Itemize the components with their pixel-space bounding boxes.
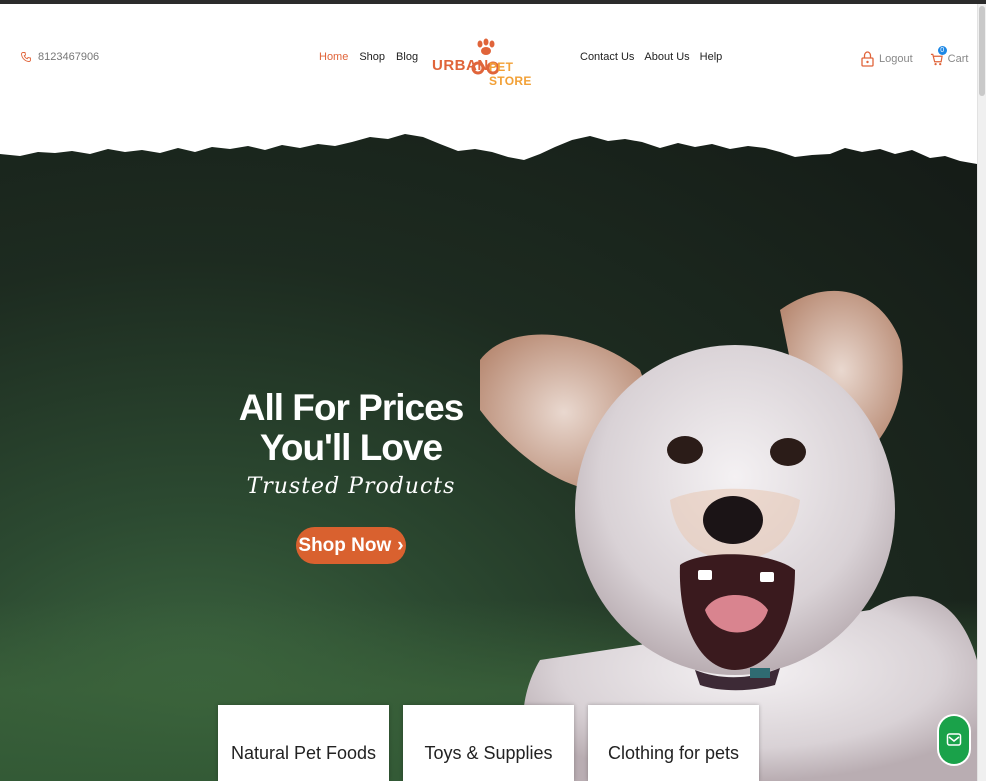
hero-banner: All For Prices You'll Love Trusted Produ…: [0, 130, 977, 781]
logout-link[interactable]: Logout: [861, 51, 913, 67]
hero-title-line2: You'll Love: [259, 427, 443, 468]
category-label: Toys & Supplies: [424, 742, 553, 763]
cart-link[interactable]: 0 Cart: [930, 46, 969, 67]
chevron-right-icon: ›: [397, 534, 404, 556]
site-logo[interactable]: URBAN PET STORE: [431, 38, 549, 88]
hero-title-line1: All For Prices: [238, 387, 465, 428]
phone-icon: [21, 52, 31, 62]
nav-shop[interactable]: Shop: [359, 51, 385, 63]
phone-contact[interactable]: 8123467906: [20, 51, 99, 63]
logo-word-pet-store: PET STORE: [489, 60, 532, 88]
main-nav-left: Home Shop Blog: [319, 51, 418, 63]
torn-paper-edge: [0, 130, 977, 164]
category-card-natural-pet-foods[interactable]: Natural Pet Foods: [218, 705, 389, 781]
message-icon: [946, 733, 962, 746]
category-label: Clothing for pets: [607, 742, 740, 763]
nav-blog[interactable]: Blog: [396, 51, 418, 63]
nav-help[interactable]: Help: [700, 51, 723, 63]
hero-script-tagline: Trusted Products: [246, 474, 456, 499]
main-nav-right: Contact Us About Us Help: [580, 51, 722, 63]
logout-label: Logout: [879, 53, 913, 65]
hero-headline: All For Prices You'll Love Trusted Produ…: [220, 387, 482, 500]
cart-label: Cart: [947, 53, 969, 65]
account-links: Logout 0 Cart: [861, 46, 969, 67]
lock-icon: [861, 51, 874, 67]
page-scrollbar[interactable]: [977, 4, 986, 781]
category-card-clothing-for-pets[interactable]: Clothing for pets: [588, 705, 759, 781]
shop-now-button[interactable]: Shop Now ›: [296, 527, 406, 564]
category-label: Natural Pet Foods: [230, 742, 377, 763]
category-cards: Natural Pet Foods Toys & Supplies Clothi…: [0, 705, 977, 781]
site-header: 8123467906 Home Shop Blog URBAN PET STOR…: [0, 4, 977, 104]
nav-about-us[interactable]: About Us: [644, 51, 689, 63]
phone-number: 8123467906: [38, 51, 100, 63]
cart-count-badge: 0: [937, 46, 947, 55]
scrollbar-thumb[interactable]: [979, 6, 985, 96]
category-card-toys-supplies[interactable]: Toys & Supplies: [403, 705, 574, 781]
nav-contact-us[interactable]: Contact Us: [580, 51, 634, 63]
nav-home[interactable]: Home: [319, 51, 348, 63]
shop-now-label: Shop Now: [298, 534, 392, 556]
chat-button[interactable]: [939, 716, 969, 764]
